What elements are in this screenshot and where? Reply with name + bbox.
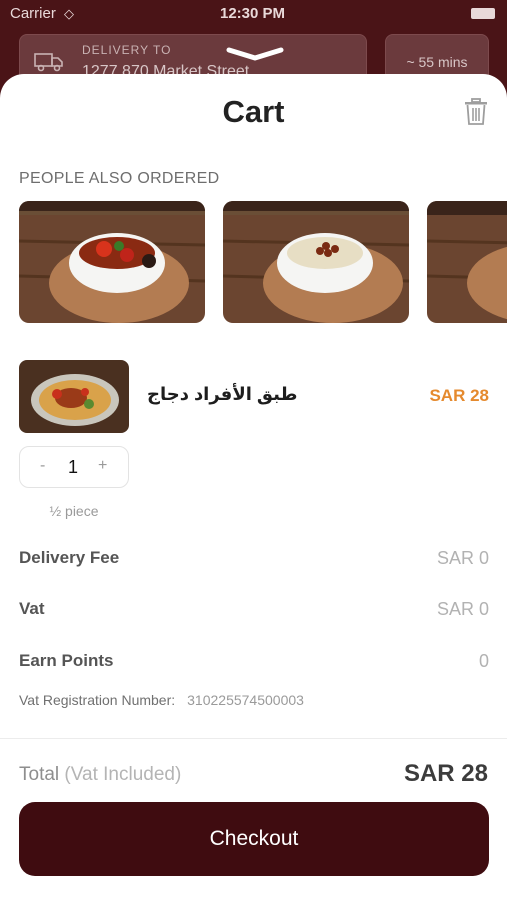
page-title: Cart	[222, 94, 285, 129]
status-time: 12:30 PM	[220, 5, 286, 22]
bowl-rice-image	[223, 201, 409, 323]
earn-points-row: Earn Points 0	[19, 651, 489, 675]
delivery-fee-value: SAR 0	[436, 548, 489, 568]
decrease-quantity-button[interactable]: -	[40, 457, 45, 475]
cart-item-image	[19, 360, 129, 433]
increase-quantity-button[interactable]: +	[98, 457, 107, 475]
divider	[0, 738, 507, 739]
cart-item: طبق الأفراد دجاج SAR 28	[19, 360, 489, 434]
wifi-icon: ◇	[64, 6, 74, 21]
chicken-platter-image	[19, 360, 129, 433]
total-label-text: Total	[19, 764, 60, 785]
cart-item-name: طبق الأفراد دجاج	[147, 384, 298, 404]
vat-label: Vat	[19, 599, 45, 618]
checkout-button[interactable]: Checkout	[19, 802, 489, 876]
total-value: SAR 28	[403, 760, 488, 787]
recommendation-card[interactable]	[19, 201, 205, 323]
recommendation-card[interactable]	[427, 201, 507, 323]
recommendation-card[interactable]	[223, 201, 409, 323]
cart-item-price: SAR 28	[429, 386, 489, 405]
earn-points-label: Earn Points	[19, 651, 114, 670]
bowl-stew-image	[19, 201, 205, 323]
status-bar: Carrier ◇ 12:30 PM	[0, 0, 507, 28]
chevron-down-icon[interactable]	[226, 46, 284, 62]
total-label: Total (Vat Included)	[19, 764, 181, 786]
carrier-label: Carrier	[10, 5, 56, 22]
vat-row: Vat SAR 0	[19, 599, 489, 623]
total-label-note: (Vat Included)	[64, 764, 182, 785]
truck-icon	[34, 53, 63, 72]
recommendations-carousel[interactable]	[19, 201, 507, 323]
quantity-value: 1	[68, 457, 79, 477]
quantity-stepper[interactable]: - 1 +	[19, 446, 129, 488]
delivery-label: DELIVERY TO	[82, 43, 172, 57]
vat-registration-number: 310225574500003	[187, 692, 304, 708]
portion-label: ½ piece	[49, 503, 99, 519]
earn-points-value: 0	[478, 651, 489, 671]
vat-registration-label: Vat Registration Number:	[19, 692, 176, 708]
people-also-ordered-label: PEOPLE ALSO ORDERED	[19, 170, 220, 187]
vat-value: SAR 0	[436, 599, 489, 619]
vat-registration: Vat Registration Number: 310225574500003	[19, 692, 304, 708]
delivery-fee-label: Delivery Fee	[19, 548, 120, 567]
bowl-partial-image	[427, 201, 507, 323]
trash-icon[interactable]	[463, 98, 489, 126]
battery-icon	[471, 8, 495, 19]
cart-sheet: Cart PEOPLE ALSO ORDERED طبق الأفراد دجا…	[0, 74, 507, 900]
delivery-fee-row: Delivery Fee SAR 0	[19, 548, 489, 572]
